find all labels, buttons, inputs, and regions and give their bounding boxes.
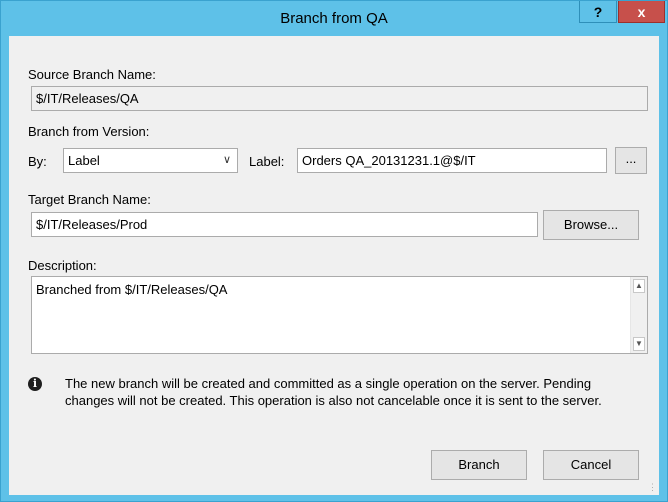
target-branch-label: Target Branch Name: [28,192,151,207]
help-button[interactable]: ? [579,1,617,23]
info-icon: i [28,377,42,391]
by-label: By: [28,154,47,169]
scroll-down-icon[interactable]: ▼ [633,337,645,351]
description-scrollbar[interactable]: ▲ ▼ [630,277,647,353]
description-textarea[interactable]: Branched from $/IT/Releases/QA ▲ ▼ [31,276,648,354]
source-branch-field[interactable]: $/IT/Releases/QA [31,86,648,111]
label-label: Label: [249,154,285,169]
browse-button[interactable]: Browse... [543,210,639,240]
source-branch-label: Source Branch Name: [28,67,156,82]
label-field[interactable]: Orders QA_20131231.1@$/IT [297,148,607,173]
title-bar[interactable]: Branch from QA ? x [1,1,667,36]
info-message: The new branch will be created and commi… [65,376,602,408]
chevron-down-icon: ∨ [222,154,231,166]
resize-grip-icon[interactable]: ⋮ [648,482,657,493]
branch-button[interactable]: Branch [431,450,527,480]
description-text: Branched from $/IT/Releases/QA [36,282,228,297]
browse-label-button[interactable]: ... [615,147,647,174]
dialog-body: Source Branch Name: $/IT/Releases/QA Bra… [9,36,659,495]
description-label: Description: [28,258,97,273]
by-select-value: Label [68,153,100,168]
branch-from-version-label: Branch from Version: [28,124,150,139]
cancel-button[interactable]: Cancel [543,450,639,480]
scroll-up-icon[interactable]: ▲ [633,279,645,293]
close-button[interactable]: x [618,1,665,23]
dialog-title: Branch from QA [280,10,388,27]
dialog-window: Branch from QA ? x Source Branch Name: $… [0,0,668,502]
by-select[interactable]: Label ∨ [63,148,238,173]
target-branch-field[interactable]: $/IT/Releases/Prod [31,212,538,237]
